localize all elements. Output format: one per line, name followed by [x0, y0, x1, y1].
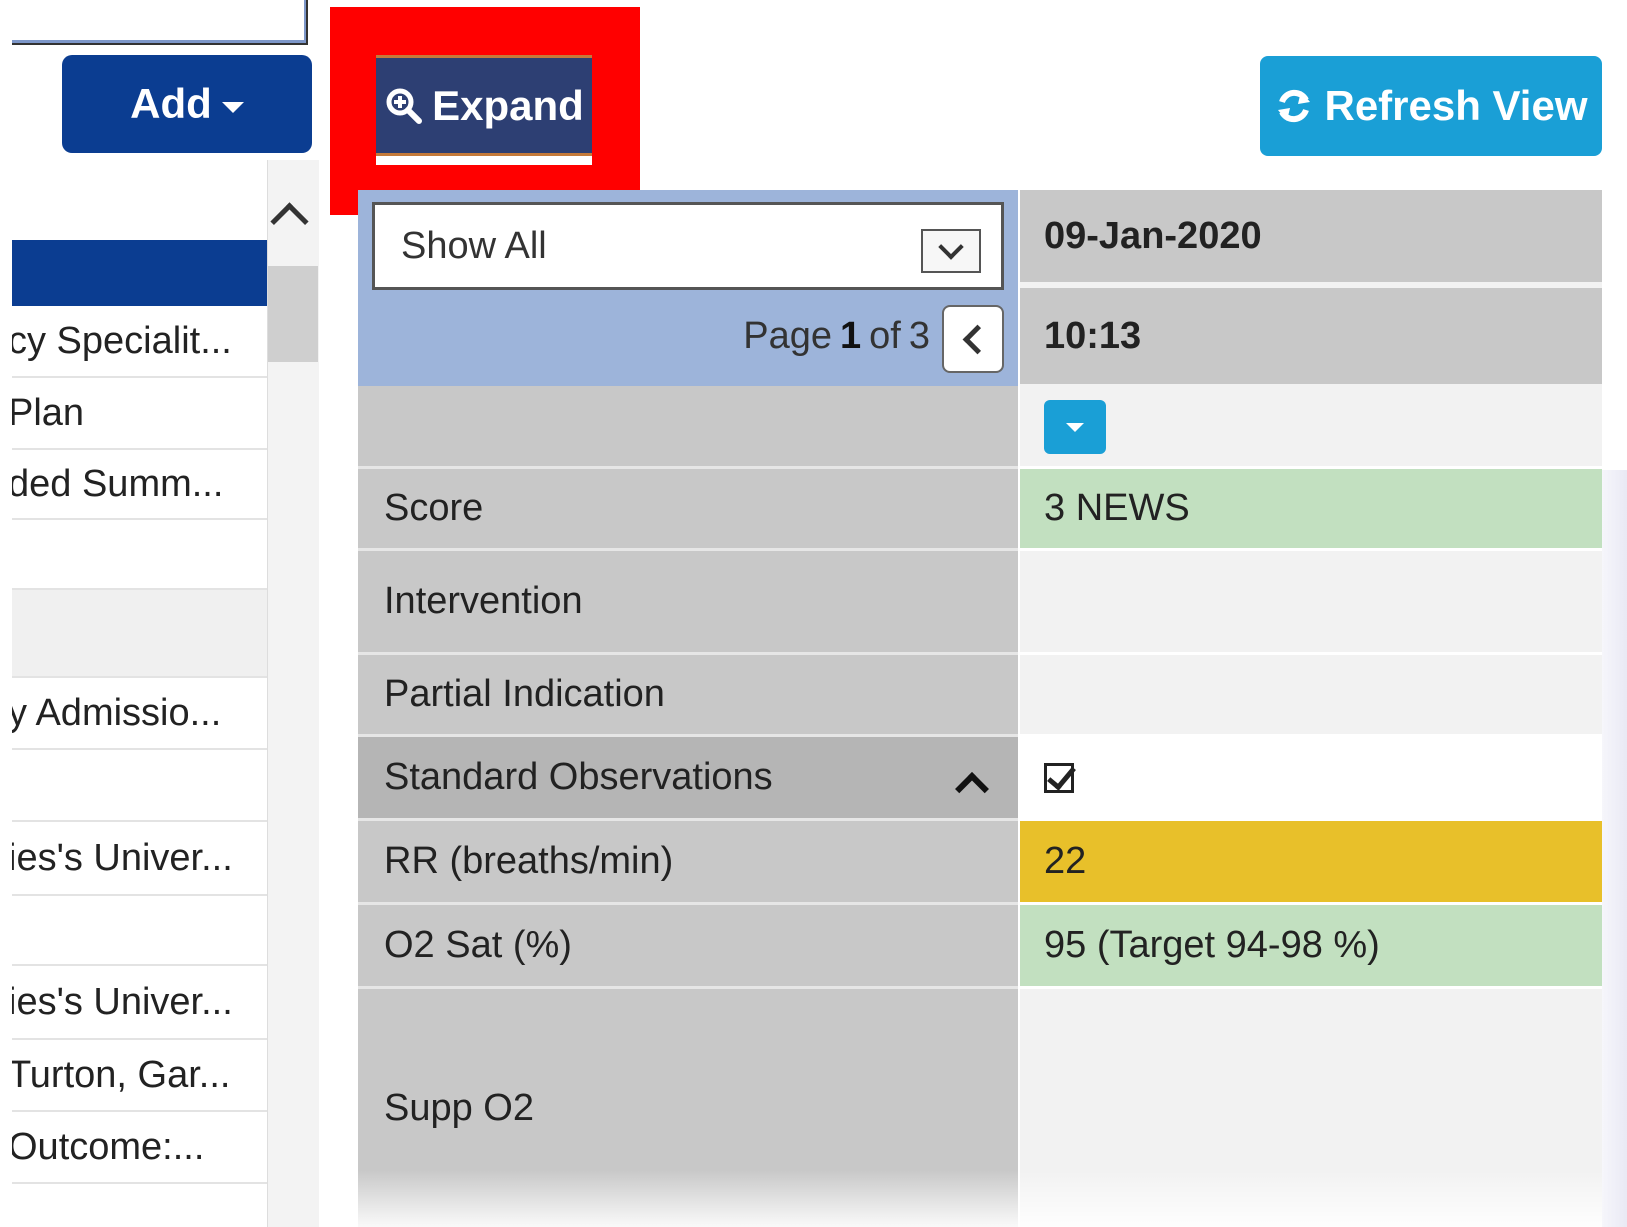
- zoom-in-icon: [386, 88, 423, 124]
- list-item[interactable]: [12, 240, 267, 306]
- list-item[interactable]: [12, 520, 267, 590]
- list-item-label: ies's Univer...: [12, 836, 233, 879]
- list-item-label: ded Summ...: [12, 462, 224, 505]
- filter-dropdown-toggle[interactable]: [921, 229, 981, 273]
- caret-down-icon: [1066, 422, 1084, 432]
- column-date: 09-Jan-2020: [1020, 190, 1602, 282]
- list-item-label: Plan: [12, 391, 85, 434]
- row-label-intervention: Intervention: [358, 548, 1018, 652]
- row-label-rr: RR (breaths/min): [358, 818, 1018, 902]
- chevron-left-icon: [962, 324, 992, 354]
- list-item[interactable]: ies's Univer...: [12, 966, 267, 1040]
- checkbox-checked-icon[interactable]: [1044, 762, 1074, 793]
- list-item[interactable]: ded Summ...: [12, 450, 267, 520]
- chevron-up-icon[interactable]: [270, 202, 309, 241]
- list-item[interactable]: Plan: [12, 378, 267, 450]
- chevron-down-icon: [938, 234, 964, 260]
- pager-current-page: 1: [840, 314, 862, 357]
- row-value-partial-indication[interactable]: [1020, 652, 1602, 734]
- document-list: cy Specialit... Plan ded Summ... y Admis…: [12, 160, 267, 1227]
- row-label-partial-indication: Partial Indication: [358, 652, 1018, 734]
- list-item-label: cy Specialit...: [12, 319, 232, 362]
- column-time: 10:13: [1020, 288, 1602, 384]
- scrollbar-thumb[interactable]: [268, 266, 318, 362]
- list-item[interactable]: [12, 750, 267, 822]
- column-menu-button[interactable]: [1044, 400, 1106, 454]
- pager-total-pages: 3: [908, 314, 930, 357]
- list-item[interactable]: Turton, Gar...: [12, 1040, 267, 1112]
- refresh-view-button[interactable]: Refresh View: [1260, 56, 1602, 156]
- filter-select[interactable]: Show All: [372, 202, 1004, 290]
- row-value-score[interactable]: 3 NEWS: [1020, 466, 1602, 548]
- list-item-label: ies's Univer...: [12, 980, 233, 1023]
- refresh-view-label: Refresh View: [1324, 82, 1588, 129]
- list-item-label: Outcome:...: [12, 1125, 205, 1168]
- pager-middle: of: [869, 314, 901, 357]
- list-item-label: Turton, Gar...: [12, 1053, 231, 1096]
- expand-button[interactable]: Expand: [376, 55, 592, 153]
- list-item[interactable]: y Admissio...: [12, 678, 267, 750]
- add-button-label: Add: [130, 80, 212, 127]
- group-standard-observations-label: Standard Observations: [384, 756, 773, 798]
- chevron-up-icon[interactable]: [955, 772, 989, 806]
- row-label-score: Score: [358, 466, 1018, 548]
- filter-select-value: Show All: [401, 224, 547, 267]
- pager-prefix: Page: [743, 314, 833, 357]
- list-item-label: y Admissio...: [12, 691, 222, 734]
- list-item[interactable]: [12, 896, 267, 966]
- list-item[interactable]: Outcome:...: [12, 1112, 267, 1184]
- left-panel-header-inner: [12, 0, 304, 40]
- row-value-standard-observations[interactable]: [1020, 734, 1602, 818]
- expand-button-underline: [376, 153, 592, 165]
- row-value-o2-sat[interactable]: 95 (Target 94-98 %): [1020, 902, 1602, 986]
- list-scrollbar[interactable]: [267, 160, 319, 1227]
- row-label-o2-sat: O2 Sat (%): [358, 902, 1018, 986]
- pager: Page 1 of 3: [700, 300, 930, 372]
- right-edge-shadow: [1602, 470, 1627, 1227]
- refresh-icon: [1278, 89, 1311, 123]
- list-item[interactable]: ies's Univer...: [12, 822, 267, 896]
- group-standard-observations[interactable]: Standard Observations: [358, 734, 1018, 818]
- caret-down-icon: [221, 101, 244, 113]
- expand-button-label: Expand: [432, 81, 584, 129]
- bottom-edge-fade: [358, 1170, 1602, 1227]
- list-group-header[interactable]: [12, 590, 267, 678]
- previous-page-button[interactable]: [942, 305, 1004, 373]
- add-button[interactable]: Add: [62, 55, 312, 153]
- row-value-intervention[interactable]: [1020, 548, 1602, 652]
- row-value-rr[interactable]: 22: [1020, 818, 1602, 902]
- list-item[interactable]: cy Specialit...: [12, 306, 267, 378]
